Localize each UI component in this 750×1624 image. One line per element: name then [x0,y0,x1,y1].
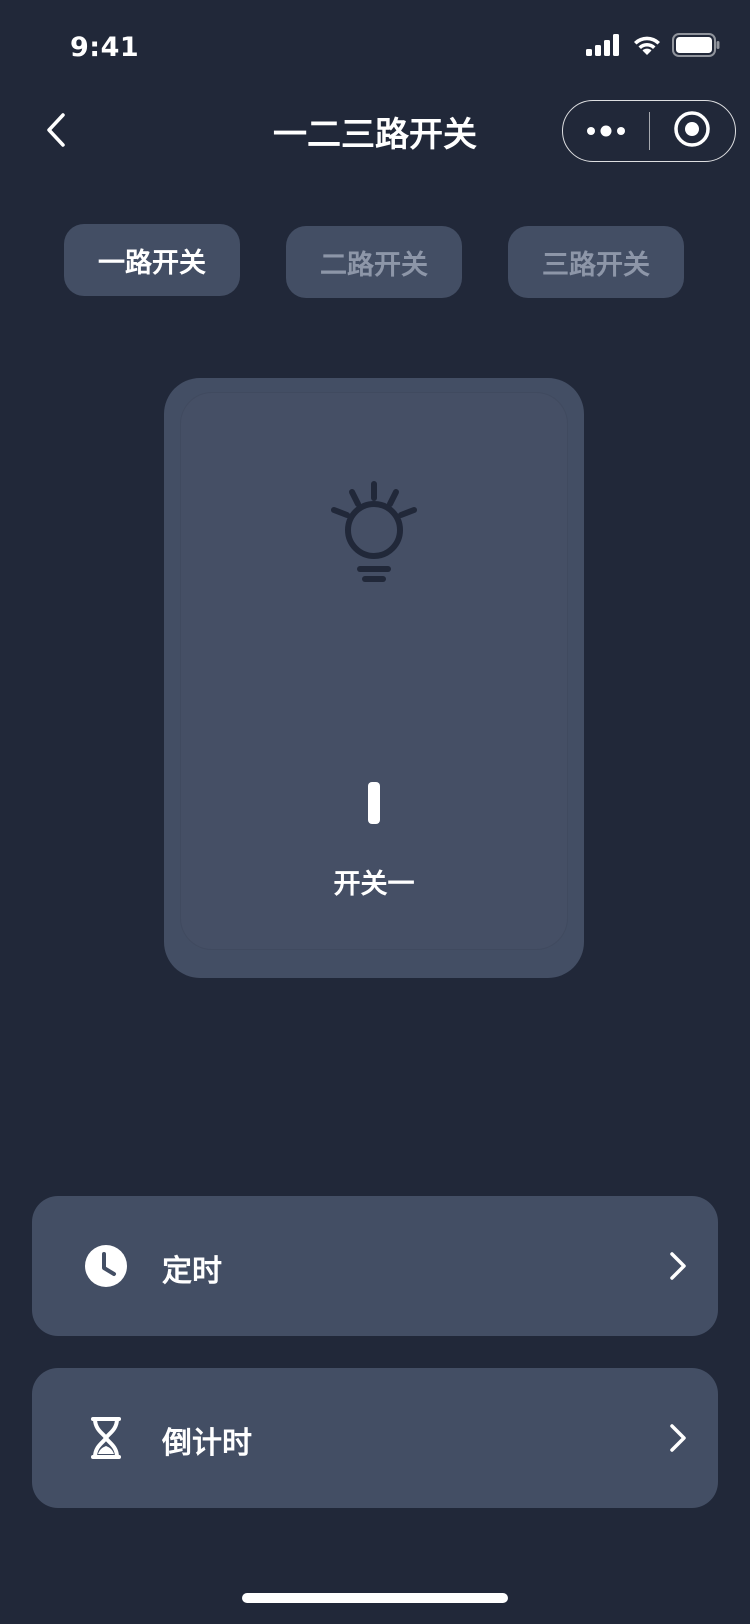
switch-panel: 开关一 [164,378,584,978]
chevron-right-icon [668,1250,688,1282]
countdown-menu-item[interactable]: 倒计时 [32,1368,718,1508]
target-circle-icon [673,110,711,152]
hourglass-icon [84,1416,128,1460]
countdown-label: 倒计时 [162,1426,252,1461]
status-icons [586,33,720,61]
signal-icon [586,34,622,60]
tab-switch-3[interactable]: 三路开关 [508,226,684,298]
home-indicator[interactable] [242,1593,508,1603]
more-dots-icon [586,122,626,141]
more-button[interactable] [563,101,649,161]
timer-menu-item[interactable]: 定时 [32,1196,718,1336]
chevron-right-icon [668,1422,688,1454]
wifi-icon [632,34,662,60]
switch-button[interactable]: 开关一 [180,392,568,950]
timer-label: 定时 [162,1254,222,1289]
mini-program-capsule [562,100,736,162]
switch-label: 开关一 [333,869,415,900]
status-time: 9:41 [70,32,140,63]
tab-switch-1[interactable]: 一路开关 [64,224,240,296]
lightbulb-icon [324,478,424,586]
clock-icon [84,1244,128,1288]
tab-switch-2[interactable]: 二路开关 [286,226,462,298]
close-mini-program-button[interactable] [650,101,735,161]
switch-on-indicator [368,782,380,824]
battery-icon [672,33,720,61]
